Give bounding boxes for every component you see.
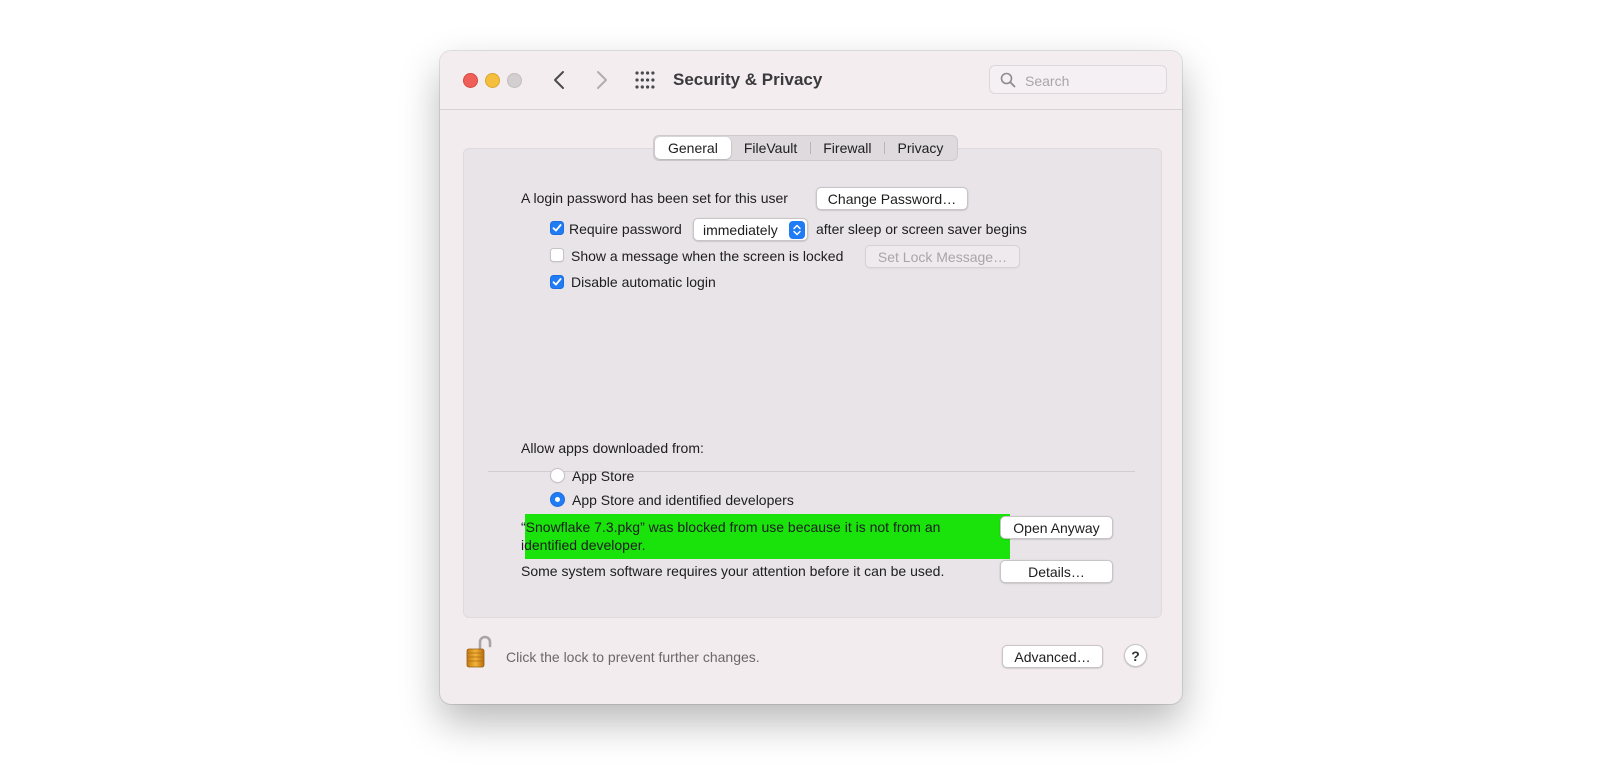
zoom-button[interactable] <box>507 73 522 88</box>
radio-app-store[interactable] <box>550 468 565 483</box>
show-message-checkbox[interactable] <box>550 248 564 262</box>
popup-stepper <box>789 221 805 239</box>
checkmark-icon <box>552 278 562 286</box>
blocked-message-line2: identified developer. <box>521 537 646 553</box>
advanced-button[interactable]: Advanced… <box>1002 645 1103 668</box>
chevron-updown-icon <box>793 224 801 236</box>
tab-filevault[interactable]: FileVault <box>731 137 810 160</box>
security-privacy-window: Security & Privacy General FileVault Fir… <box>440 51 1182 704</box>
search-field[interactable] <box>989 65 1167 94</box>
password-delay-value: immediately <box>703 222 778 238</box>
show-message-label: Show a message when the screen is locked <box>571 248 844 264</box>
require-password-checkbox[interactable] <box>550 221 564 235</box>
system-software-text: Some system software requires your atten… <box>521 563 945 579</box>
details-button[interactable]: Details… <box>1000 560 1113 583</box>
change-password-button[interactable]: Change Password… <box>816 187 968 210</box>
radio-app-store-label: App Store <box>572 468 635 484</box>
titlebar: Security & Privacy <box>440 51 1182 110</box>
window-title: Security & Privacy <box>673 70 823 89</box>
tab-privacy[interactable]: Privacy <box>884 137 956 160</box>
back-button[interactable] <box>548 67 572 93</box>
require-password-label: Require password <box>569 221 682 237</box>
radio-app-store-identified-label: App Store and identified developers <box>572 492 794 508</box>
help-button[interactable]: ? <box>1124 644 1147 667</box>
set-lock-message-button[interactable]: Set Lock Message… <box>865 245 1020 268</box>
minimize-button[interactable] <box>485 73 500 88</box>
grid-icon <box>635 71 655 89</box>
disable-auto-login-label: Disable automatic login <box>571 274 716 290</box>
blocked-message-line1: “Snowflake 7.3.pkg” was blocked from use… <box>521 519 941 535</box>
unlocked-padlock-icon <box>466 635 492 668</box>
radio-app-store-identified[interactable] <box>550 492 565 507</box>
disable-auto-login-checkbox[interactable] <box>550 275 564 289</box>
after-sleep-text: after sleep or screen saver begins <box>816 221 1027 237</box>
checkmark-icon <box>552 224 562 232</box>
close-button[interactable] <box>463 73 478 88</box>
tab-firewall[interactable]: Firewall <box>810 137 884 160</box>
chevron-left-icon <box>554 71 564 89</box>
open-anyway-button[interactable]: Open Anyway <box>1000 516 1113 539</box>
lock-button[interactable] <box>465 634 493 670</box>
show-all-button[interactable] <box>635 71 655 89</box>
tab-bar: General FileVault Firewall Privacy <box>653 135 959 161</box>
lock-status-text: Click the lock to prevent further change… <box>506 649 760 665</box>
login-password-text: A login password has been set for this u… <box>521 190 788 206</box>
allow-apps-heading: Allow apps downloaded from: <box>521 440 704 456</box>
chevron-right-icon <box>597 71 607 89</box>
tab-general[interactable]: General <box>655 137 731 159</box>
password-delay-popup[interactable]: immediately <box>693 218 808 241</box>
search-input[interactable] <box>1023 69 1162 92</box>
forward-button[interactable] <box>589 67 613 93</box>
search-icon <box>1000 72 1016 88</box>
